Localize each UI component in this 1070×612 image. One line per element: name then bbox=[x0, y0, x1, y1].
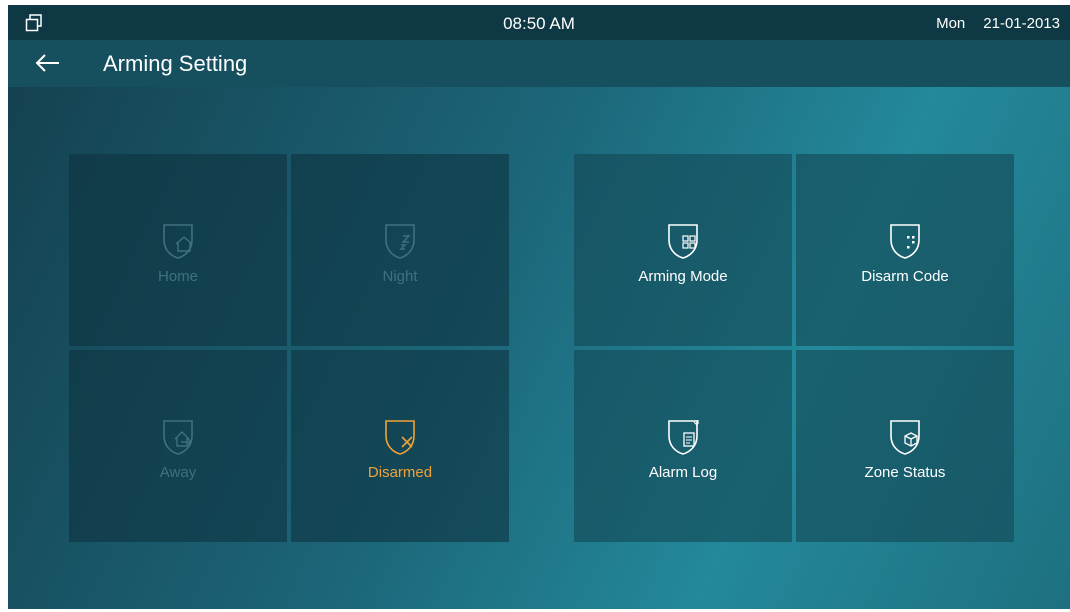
disarmed-mode-label: Disarmed bbox=[367, 463, 433, 481]
night-mode-button[interactable]: Night bbox=[291, 154, 509, 346]
status-date-value: 21-01-2013 bbox=[983, 15, 1060, 32]
zone-status-label: Zone Status bbox=[864, 463, 946, 481]
page-title: Arming Setting bbox=[103, 51, 248, 76]
alarm-log-button[interactable]: Alarm Log bbox=[574, 350, 792, 542]
status-time: 08:50 AM bbox=[503, 14, 575, 33]
arming-mode-grid: Home Night Away Disarmed bbox=[69, 154, 509, 542]
arming-mode-settings-button[interactable]: Arming Mode bbox=[574, 154, 792, 346]
disarm-code-label: Disarm Code bbox=[861, 267, 949, 285]
away-mode-label: Away bbox=[159, 463, 197, 481]
status-day: Mon bbox=[936, 15, 966, 32]
shield-cube-icon bbox=[890, 419, 920, 455]
arming-mode-settings-label: Arming Mode bbox=[638, 267, 728, 285]
disarmed-mode-button[interactable]: Disarmed bbox=[291, 350, 509, 542]
disarm-code-button[interactable]: Disarm Code bbox=[796, 154, 1014, 346]
home-mode-label: Home bbox=[157, 267, 198, 285]
alarm-log-label: Alarm Log bbox=[648, 463, 718, 481]
status-bar: 08:50 AM Mon 21-01-2013 bbox=[8, 5, 1070, 40]
status-date: Mon 21-01-2013 bbox=[936, 15, 1060, 32]
shield-grid-icon bbox=[668, 223, 698, 259]
screen: 08:50 AM Mon 21-01-2013 Arming Setting Ho… bbox=[8, 5, 1070, 609]
shield-away-icon bbox=[163, 419, 193, 455]
title-bar: Arming Setting bbox=[8, 40, 1070, 87]
shield-keypad-icon bbox=[890, 223, 920, 259]
shield-night-icon bbox=[385, 223, 415, 259]
away-mode-button[interactable]: Away bbox=[69, 350, 287, 542]
home-mode-button[interactable]: Home bbox=[69, 154, 287, 346]
settings-grid: Arming Mode Disarm Code Alarm Log Zone S… bbox=[574, 154, 1014, 542]
shield-home-icon bbox=[163, 223, 193, 259]
night-mode-label: Night bbox=[382, 267, 418, 285]
zone-status-button[interactable]: Zone Status bbox=[796, 350, 1014, 542]
arrow-left-icon[interactable] bbox=[34, 52, 62, 74]
shield-document-icon bbox=[668, 419, 699, 455]
shield-x-icon bbox=[385, 419, 415, 455]
